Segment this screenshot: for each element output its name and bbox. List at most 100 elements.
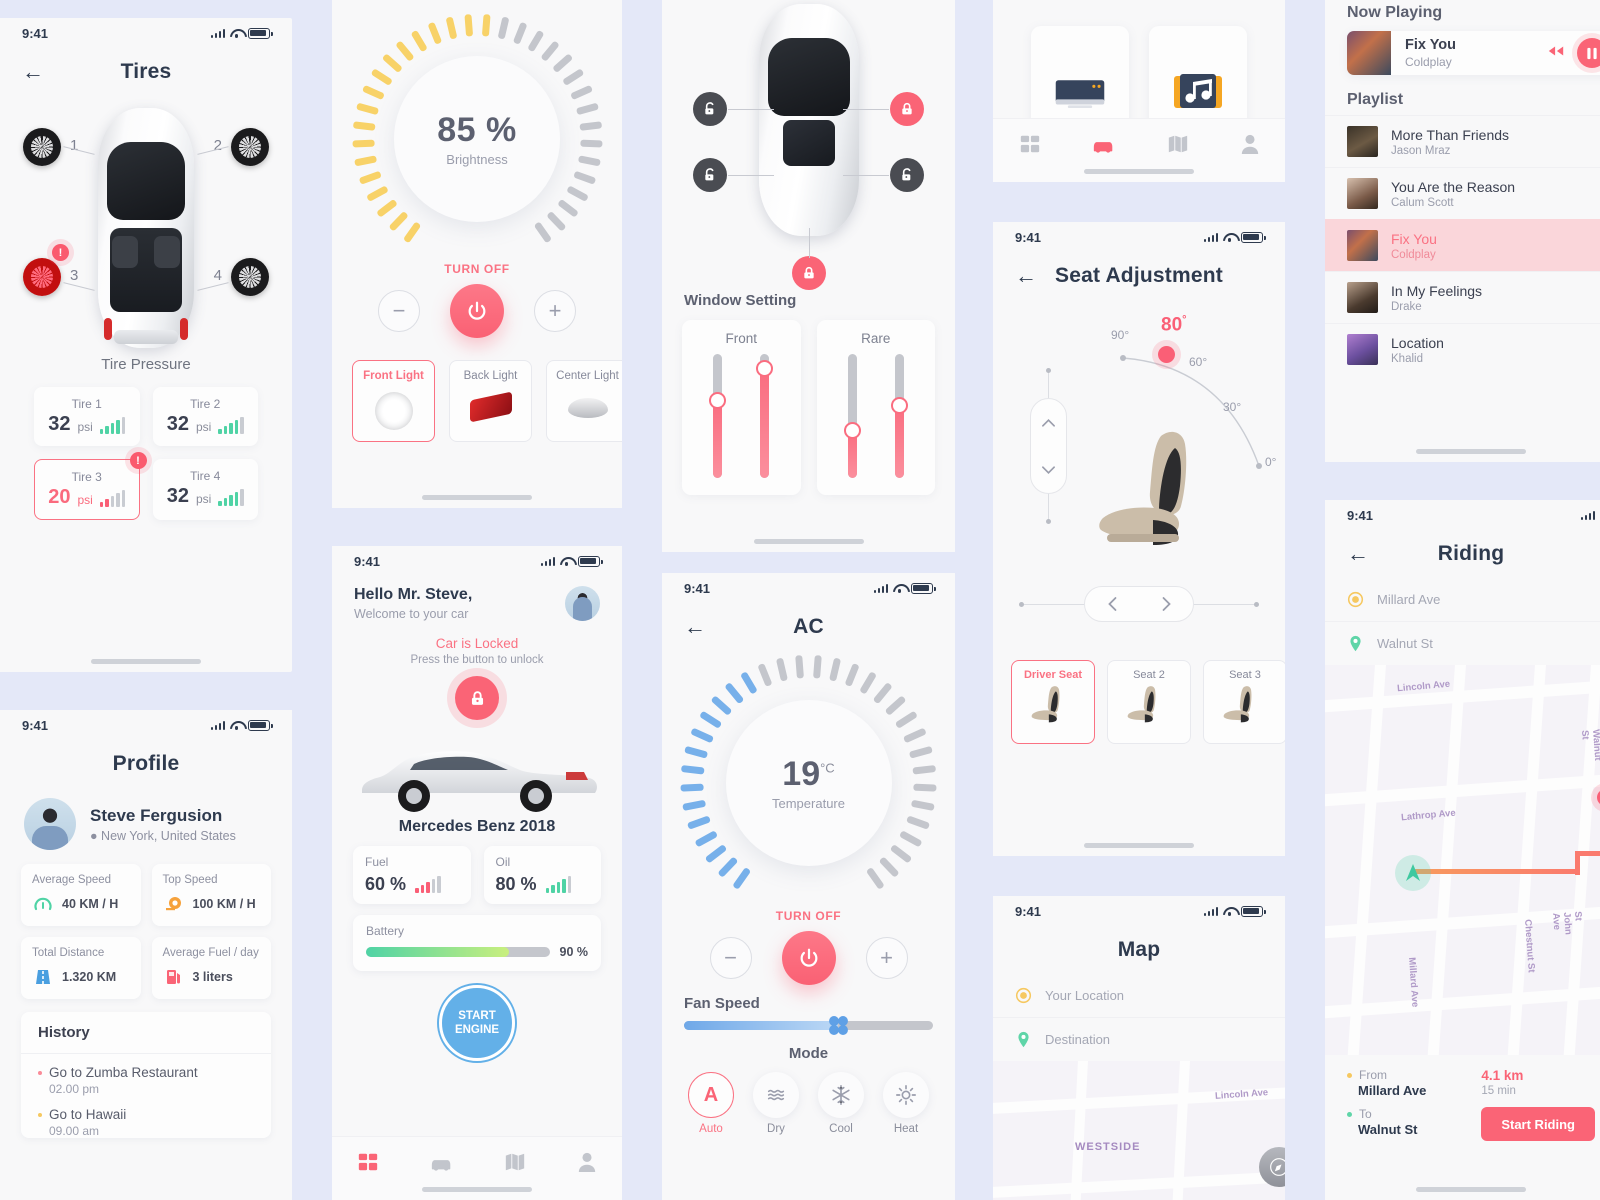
now-playing-card[interactable]: Fix You Coldplay (1347, 31, 1600, 75)
seat-height-stepper[interactable] (1030, 398, 1067, 494)
pause-button[interactable] (1577, 38, 1600, 68)
back-button[interactable]: ← (1347, 543, 1369, 565)
destination-field[interactable]: Walnut St (1325, 621, 1600, 665)
back-button[interactable]: ← (22, 61, 44, 83)
home-indicator[interactable] (1416, 1187, 1526, 1192)
window-slider[interactable] (709, 354, 727, 478)
fan-icon[interactable] (825, 1012, 852, 1039)
tire-level-bars (218, 417, 244, 434)
playlist-item[interactable]: You Are the Reason Calum Scott (1325, 167, 1600, 219)
start-engine-button[interactable]: START ENGINE (439, 985, 515, 1061)
home-indicator[interactable] (1084, 169, 1194, 174)
stat-card-average-fuel[interactable]: Average Fuel / day 3 liters (151, 937, 271, 999)
window-slider[interactable] (756, 354, 774, 478)
unlock-button[interactable] (455, 676, 499, 720)
cellular-icon (540, 556, 555, 566)
mode-auto[interactable]: A Auto (688, 1072, 734, 1135)
tab-person[interactable] (1240, 133, 1260, 160)
tire-value: 32 (166, 413, 189, 435)
tab-grid[interactable] (1019, 133, 1041, 160)
tab-grid[interactable] (357, 1151, 379, 1178)
playlist-item[interactable]: In My Feelings Drake (1325, 271, 1600, 323)
stat-card-average-speed[interactable]: Average Speed 40 KM / H (21, 864, 141, 926)
lock-front-left[interactable] (693, 92, 727, 126)
chevron-left-icon (1107, 597, 1116, 611)
gauge-card-oil[interactable]: Oil 80 % (483, 846, 601, 904)
stat-card-top-speed[interactable]: Top Speed 100 KM / H (151, 864, 271, 926)
origin-input[interactable]: Your Location (993, 974, 1285, 1017)
avatar[interactable] (565, 586, 600, 621)
mode-heat[interactable]: Heat (883, 1072, 929, 1135)
home-indicator[interactable] (422, 1187, 532, 1192)
brightness-dial[interactable]: 85 % Brightness (351, 14, 603, 264)
decrease-button[interactable]: − (378, 290, 420, 332)
home-indicator[interactable] (91, 659, 201, 664)
start-riding-button[interactable]: Start Riding (1481, 1107, 1595, 1141)
car-name: Mercedes Benz 2018 (398, 818, 556, 835)
lock-front-right[interactable] (890, 92, 924, 126)
mode-cool[interactable]: Cool (818, 1072, 864, 1135)
tab-person[interactable] (577, 1151, 597, 1178)
dial-tick (533, 221, 552, 244)
tab-car[interactable] (1092, 133, 1116, 160)
fan-speed-slider[interactable] (684, 1016, 933, 1035)
power-button[interactable] (781, 931, 836, 985)
wheel-1[interactable] (23, 128, 61, 166)
window-slider[interactable] (890, 354, 908, 478)
playlist-item-active[interactable]: Fix You Coldplay (1325, 219, 1600, 271)
cellular-icon (1580, 510, 1595, 520)
back-button[interactable]: ← (684, 616, 706, 638)
history-item[interactable]: Go to Zumba Restaurant 02.00 pm (21, 1054, 271, 1096)
map-canvas[interactable]: Lincoln Ave WESTSIDE (993, 1061, 1285, 1200)
power-button[interactable] (450, 284, 504, 338)
mode-dry[interactable]: Dry (753, 1072, 799, 1135)
wheel-3[interactable] (23, 258, 61, 296)
back-button[interactable]: ← (1015, 265, 1037, 287)
light-tile-back[interactable]: Back Light (449, 360, 532, 442)
tab-map[interactable] (1167, 133, 1189, 160)
wheel-4[interactable] (231, 258, 269, 296)
seat-tile-driver[interactable]: Driver Seat (1011, 660, 1095, 744)
gauge-card-fuel[interactable]: Fuel 60 % (353, 846, 471, 904)
destination-input[interactable]: Destination (993, 1017, 1285, 1061)
tire-card[interactable]: Tire 2 32 psi (152, 387, 258, 446)
tire-card-warning[interactable]: ! Tire 3 20 psi (34, 452, 147, 520)
dial-tick (402, 221, 421, 244)
stat-card-total-distance[interactable]: Total Distance 1.320 KM (21, 937, 141, 999)
angle-knob[interactable] (1158, 346, 1175, 363)
wheel-2[interactable] (231, 128, 269, 166)
tire-label: Tire 2 (190, 397, 221, 411)
status-time: 9:41 (354, 553, 381, 569)
history-item[interactable]: Go to Hawaii 09.00 am (21, 1096, 271, 1138)
home-indicator[interactable] (1416, 449, 1526, 454)
dial-tick (365, 185, 389, 202)
seat-tile-2[interactable]: Seat 2 (1107, 660, 1191, 744)
route-map[interactable]: Lincoln Ave Lathrop Ave Chestnut St St J… (1325, 665, 1600, 1055)
increase-button[interactable]: + (534, 290, 576, 332)
origin-field[interactable]: Millard Ave (1325, 578, 1600, 621)
seat-tile-3[interactable]: Seat 3 (1203, 660, 1285, 744)
light-tile-center[interactable]: Center Light (546, 360, 622, 442)
home-indicator[interactable] (753, 539, 864, 544)
tab-car[interactable] (430, 1151, 454, 1178)
window-slider[interactable] (843, 354, 861, 478)
lock-trunk[interactable] (791, 256, 826, 290)
light-tile-front[interactable]: Front Light (352, 360, 435, 442)
decrease-button[interactable]: − (709, 937, 752, 979)
tire-card[interactable]: Tire 1 32 psi (34, 387, 140, 446)
riding-header: ← Riding (1325, 530, 1600, 578)
seat-slide-stepper[interactable] (1084, 586, 1194, 622)
tab-map[interactable] (504, 1151, 526, 1178)
lock-rear-left[interactable] (693, 158, 727, 192)
playlist-item[interactable]: Location Khalid (1325, 323, 1600, 375)
rewind-button[interactable] (1547, 44, 1565, 62)
playlist-item[interactable]: More Than Friends Jason Mraz (1325, 115, 1600, 167)
dial-tick (910, 799, 935, 811)
temperature-dial[interactable]: 19°C Temperature (680, 655, 937, 911)
track-title: More Than Friends (1391, 126, 1510, 143)
tire-card[interactable]: Tire 4 32 psi (152, 459, 258, 520)
home-indicator[interactable] (1084, 843, 1194, 848)
increase-button[interactable]: + (865, 937, 908, 979)
lock-rear-right[interactable] (890, 158, 924, 192)
home-indicator[interactable] (422, 495, 532, 500)
